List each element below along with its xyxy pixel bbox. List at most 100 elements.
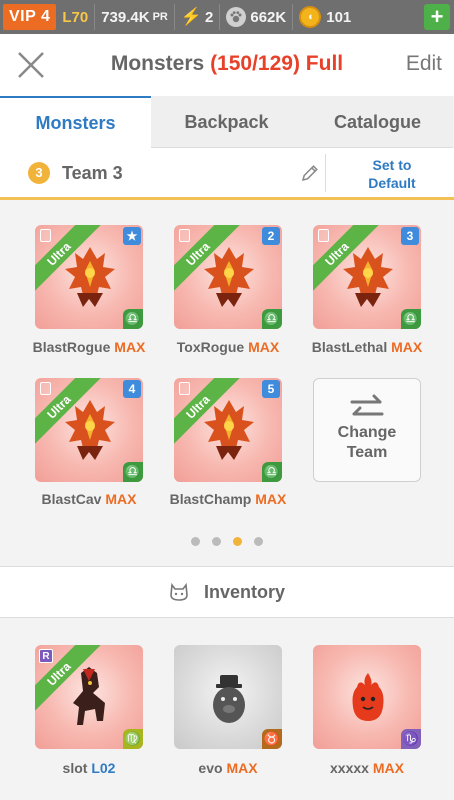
libra-icon: ♎: [262, 462, 282, 482]
inventory-label: xxxxx MAX: [297, 760, 437, 776]
document-icon: [179, 229, 190, 242]
team-grid: Ultra ★ ♎ BlastRogue MAX Ultra 2 ♎ ToxRo…: [0, 203, 454, 563]
monster-image: [213, 675, 245, 723]
monster-name: BlastRogue: [32, 339, 111, 355]
paw-icon: [226, 7, 247, 27]
monster-name: slot: [62, 760, 88, 776]
set-default-line2: Default: [368, 175, 416, 191]
libra-icon: ♎: [401, 309, 421, 329]
edit-button[interactable]: Edit: [406, 52, 442, 76]
inventory-label: evo MAX: [158, 760, 298, 776]
page-header: Monsters (150/129) Full Edit: [0, 34, 454, 96]
monster-level: MAX: [114, 339, 146, 355]
monster-level: MAX: [105, 491, 137, 507]
monster-name: evo: [198, 760, 223, 776]
monster-card[interactable]: Ultra 4 ♎: [35, 378, 143, 482]
monster-card[interactable]: Ultra 3 ♎: [313, 225, 421, 329]
tab-catalogue[interactable]: Catalogue: [302, 96, 453, 148]
coin-icon: ◖: [299, 6, 322, 28]
coin-counter[interactable]: ◖ 101: [293, 4, 357, 30]
monster-name: BlastLethal: [311, 339, 388, 355]
power-rating: 739.4K PR: [95, 4, 175, 30]
monster-label: BlastRogue MAX: [19, 339, 159, 355]
monster-level: L02: [91, 760, 116, 776]
tab-monsters[interactable]: Monsters: [0, 96, 151, 148]
set-default-button[interactable]: Set to Default: [330, 156, 454, 192]
monster-level: MAX: [226, 760, 258, 776]
pencil-icon[interactable]: [300, 163, 320, 183]
monster-label: BlastChamp MAX: [158, 491, 298, 507]
rare-badge: R: [39, 649, 53, 663]
status-bar: VIP 4 L70 739.4K PR ⚡ 2 662K ◖ 101 +: [0, 0, 454, 34]
monster-card[interactable]: Ultra 5 ♎: [174, 378, 282, 482]
energy-value: 2: [205, 8, 214, 26]
inventory-header[interactable]: Inventory: [0, 566, 454, 618]
document-icon: [40, 382, 51, 395]
player-level: L70: [56, 4, 96, 30]
swap-icon: [350, 394, 384, 416]
change-team-line1: Change: [337, 424, 397, 441]
capricorn-icon: ♑: [401, 729, 421, 749]
inventory-title: Inventory: [169, 582, 285, 603]
inventory-card[interactable]: ♑: [313, 645, 421, 749]
monster-name: BlastCav: [41, 491, 102, 507]
slot-badge: ★: [123, 227, 141, 245]
monster-name: xxxxx: [330, 760, 369, 776]
inventory-grid: Ultra R ♍ slot L02 ♉ evo MAX ♑ xxxxx MAX: [0, 618, 454, 800]
vip-badge[interactable]: VIP 4: [3, 4, 57, 30]
slot-badge: 3: [401, 227, 419, 245]
monster-name: BlastChamp: [169, 491, 252, 507]
page-dot[interactable]: [191, 537, 200, 546]
team-bar: 3 Team 3 Set to Default: [0, 148, 454, 200]
monster-name: ToxRogue: [176, 339, 245, 355]
power-value: 739.4K: [101, 8, 150, 26]
monster-image: [352, 673, 384, 721]
energy-counter[interactable]: ⚡ 2: [175, 4, 221, 30]
page-dot[interactable]: [212, 537, 221, 546]
inventory-label: Inventory: [203, 582, 286, 602]
libra-icon: ♎: [262, 309, 282, 329]
inventory-card[interactable]: ♉: [174, 645, 282, 749]
divider: [325, 154, 326, 192]
monster-level: MAX: [255, 491, 287, 507]
change-team-line2: Team: [346, 444, 388, 461]
coin-value: 101: [326, 8, 352, 26]
document-icon: [40, 229, 51, 242]
lightning-icon: ⚡: [180, 7, 203, 26]
monster-card[interactable]: Ultra 2 ♎: [174, 225, 282, 329]
libra-icon: ♎: [123, 462, 143, 482]
page-dot-active[interactable]: [233, 537, 242, 546]
slot-badge: 4: [123, 380, 141, 398]
tab-backpack[interactable]: Backpack: [151, 96, 302, 148]
add-currency-button[interactable]: +: [424, 4, 450, 30]
monster-card[interactable]: Ultra ★ ♎: [35, 225, 143, 329]
slot-badge: 5: [262, 380, 280, 398]
virgo-icon: ♍: [123, 729, 143, 749]
monster-count: (150/129) Full: [210, 52, 344, 75]
monster-level: MAX: [248, 339, 280, 355]
food-value: 662K: [250, 8, 287, 26]
pagination-dots: [0, 533, 454, 551]
change-team-button[interactable]: Change Team: [313, 378, 421, 482]
food-counter[interactable]: 662K: [220, 4, 294, 30]
inventory-label: slot L02: [19, 760, 159, 776]
monster-level: MAX: [391, 339, 423, 355]
monster-face-icon: [170, 583, 188, 601]
tab-bar: Monsters Backpack Catalogue: [0, 96, 454, 148]
monster-label: BlastCav MAX: [19, 491, 159, 507]
document-icon: [318, 229, 329, 242]
page-title: Monsters (150/129) Full: [0, 52, 454, 76]
libra-icon: ♎: [123, 309, 143, 329]
monster-label: ToxRogue MAX: [158, 339, 298, 355]
set-default-line1: Set to: [372, 157, 412, 173]
slot-badge: 2: [262, 227, 280, 245]
page-dot[interactable]: [254, 537, 263, 546]
taurus-icon: ♉: [262, 729, 282, 749]
power-unit: PR: [152, 11, 168, 23]
team-name: Team 3: [62, 163, 123, 183]
inventory-card[interactable]: Ultra R ♍: [35, 645, 143, 749]
document-icon: [179, 382, 190, 395]
monster-level: MAX: [372, 760, 404, 776]
title-text: Monsters: [110, 52, 205, 75]
team-number-badge: 3: [28, 162, 50, 184]
